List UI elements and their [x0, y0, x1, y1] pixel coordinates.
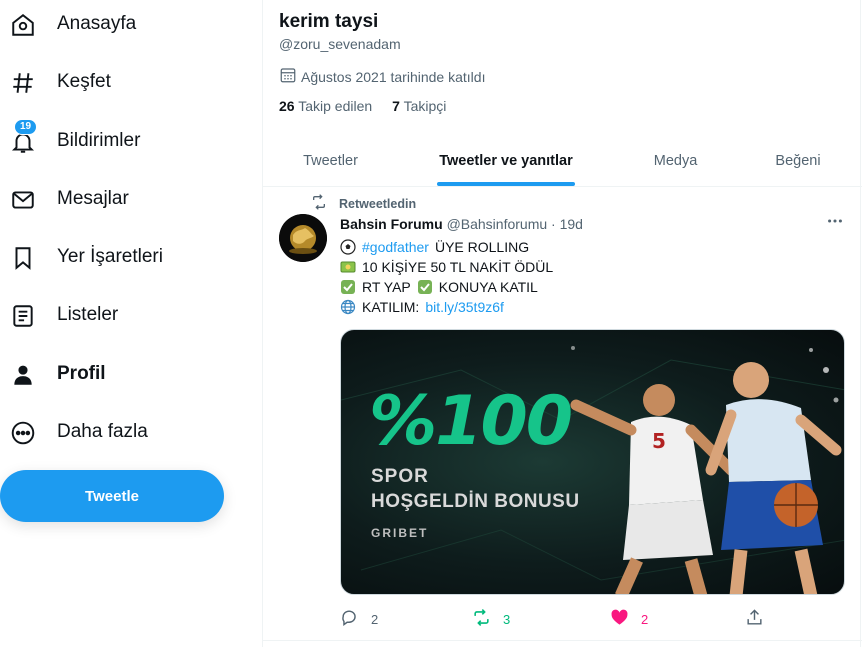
retweet-small-icon: [311, 194, 327, 213]
tab-likes[interactable]: Beğeni: [743, 134, 853, 187]
more-circle-icon: [10, 420, 36, 446]
promo-headline: %100: [369, 382, 573, 461]
reply-button[interactable]: 2: [340, 608, 378, 630]
profile-handle: @zoru_sevenadam: [279, 36, 401, 52]
tweet-media-image[interactable]: 5 %100 SPOR HOŞGELDİN BONUSU GRIBET: [340, 329, 845, 595]
followers-link[interactable]: 7 Takipçi: [392, 98, 446, 114]
reply-icon: [340, 608, 359, 630]
notification-count-badge: 19: [14, 119, 38, 135]
tweet-more-button[interactable]: [825, 213, 845, 233]
promo-illustration: 5: [341, 346, 844, 594]
nav-item-more[interactable]: Daha fazla: [0, 411, 170, 455]
calendar-icon: [279, 66, 297, 87]
nav-item-bookmarks[interactable]: Yer İşaretleri: [0, 236, 190, 280]
promo-brand: GRIBET: [371, 526, 429, 540]
profile-tabs: Tweetler Tweetler ve yanıtlar Medya Beğe…: [263, 134, 862, 187]
tab-media[interactable]: Medya: [613, 134, 738, 187]
promo-subline-1: SPOR: [371, 466, 429, 487]
tweet-actions: 2 3 2: [340, 608, 770, 630]
mail-icon: [10, 187, 36, 213]
tab-tweets-and-replies[interactable]: Tweetler ve yanıtlar: [413, 134, 599, 187]
nav-label-home: Anasayfa: [57, 13, 137, 34]
hashtag-icon: [10, 70, 36, 96]
tweet-divider: [263, 640, 862, 641]
share-icon: [745, 608, 764, 630]
tweet-header: Bahsin Forumu @Bahsinforumu · 19d: [340, 216, 583, 232]
home-icon: [10, 12, 36, 38]
more-horizontal-icon: [826, 212, 844, 235]
nav-item-messages[interactable]: Mesajlar: [0, 178, 160, 222]
tweet-line-3a: RT YAP: [362, 279, 411, 295]
joined-date: Ağustos 2021 tarihinde katıldı: [279, 66, 485, 87]
like-count: 2: [641, 611, 649, 627]
reply-count: 2: [371, 611, 379, 627]
followers-count: 7: [392, 98, 400, 114]
nav-label-notifications: Bildirimler: [57, 130, 141, 151]
nav-label-more: Daha fazla: [57, 421, 148, 442]
promo-subline-2: HOŞGELDİN BONUSU: [371, 491, 580, 512]
author-name[interactable]: Bahsin Forumu: [340, 216, 443, 232]
sidebar-nav: Anasayfa Keşfet 19 Bildirimler Mesajlar …: [0, 0, 262, 647]
nav-item-notifications[interactable]: 19 Bildirimler: [0, 119, 170, 164]
joined-text: Ağustos 2021 tarihinde katıldı: [301, 68, 486, 85]
retweet-count: 3: [503, 611, 511, 627]
nav-label-profile: Profil: [57, 363, 106, 384]
check-mark-icon: [340, 279, 356, 295]
retweet-button[interactable]: 3: [472, 608, 510, 630]
follow-stats: 26 Takip edilen 7 Takipçi: [279, 98, 446, 114]
like-button[interactable]: 2: [610, 608, 648, 630]
followers-label: Takipçi: [403, 98, 447, 114]
list-icon: [10, 303, 36, 329]
following-count: 26: [279, 98, 295, 114]
retweeted-label: Retweetledin: [339, 196, 417, 211]
author-avatar[interactable]: [279, 214, 327, 262]
tweet-line-3b: KONUYA KATIL: [438, 279, 538, 295]
heart-filled-icon: [610, 608, 629, 630]
tweet-line-4: KATILIM:: [362, 299, 420, 315]
tweet-text: #godfather ÜYE ROLLING 10 KİŞİYE 50 TL N…: [340, 237, 553, 317]
hashtag-link[interactable]: #godfather: [362, 237, 429, 257]
svg-text:5: 5: [652, 429, 666, 453]
bookmark-icon: [10, 245, 36, 271]
nav-label-bookmarks: Yer İşaretleri: [57, 246, 163, 267]
soccer-ball-icon: [340, 239, 356, 255]
nav-item-explore[interactable]: Keşfet: [0, 61, 140, 105]
nav-item-profile[interactable]: Profil: [0, 353, 140, 397]
nav-item-home[interactable]: Anasayfa: [0, 3, 160, 47]
retweet-icon: [472, 608, 491, 630]
retweeted-indicator: Retweetledin: [311, 194, 416, 213]
nav-label-lists: Listeler: [57, 304, 119, 325]
nav-label-explore: Keşfet: [57, 71, 111, 92]
person-icon: [10, 362, 36, 388]
profile-main-column: kerim taysi @zoru_sevenadam Ağustos 2021…: [262, 0, 862, 647]
globe-icon: [340, 299, 356, 315]
author-handle[interactable]: @Bahsinforumu: [447, 216, 548, 232]
nav-label-messages: Mesajlar: [57, 188, 129, 209]
check-mark-icon: [417, 279, 433, 295]
tweet-compose-button[interactable]: Tweetle: [0, 470, 224, 522]
tweet-time[interactable]: 19d: [560, 216, 583, 232]
tweet-line-2: 10 KİŞİYE 50 TL NAKİT ÖDÜL: [362, 259, 554, 275]
tab-tweets[interactable]: Tweetler: [263, 134, 398, 187]
tweet-url-link[interactable]: bit.ly/35t9z6f: [425, 297, 504, 317]
share-button[interactable]: [745, 608, 764, 630]
following-label: Takip edilen: [298, 98, 373, 114]
nav-item-lists[interactable]: Listeler: [0, 294, 150, 338]
active-tab-indicator: [437, 182, 575, 186]
following-link[interactable]: 26 Takip edilen: [279, 98, 372, 114]
money-icon: [340, 259, 356, 275]
tweet-line-1: ÜYE ROLLING: [434, 239, 530, 255]
meta-separator: ·: [551, 216, 556, 232]
profile-name: kerim taysi: [279, 11, 379, 32]
